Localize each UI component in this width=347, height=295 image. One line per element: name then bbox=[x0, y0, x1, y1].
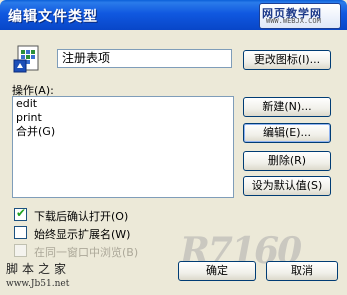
change-icon-button[interactable]: 更改图标(I)... bbox=[243, 50, 331, 70]
new-action-button[interactable]: 新建(N)... bbox=[243, 97, 331, 117]
file-type-name-field[interactable]: 注册表项 bbox=[57, 49, 232, 68]
registry-file-icon bbox=[13, 45, 39, 73]
site-name-watermark: 脚本之家 bbox=[6, 262, 71, 276]
check-mark-icon: ✔ bbox=[16, 206, 27, 220]
checkbox-box[interactable]: ✔ bbox=[14, 206, 27, 221]
list-item-merge[interactable]: 合并(G) bbox=[13, 125, 233, 139]
always-show-extension-label: 始终显示扩展名(W) bbox=[34, 228, 131, 241]
list-item-edit[interactable]: edit bbox=[13, 97, 233, 111]
browse-same-window-label: 在同一窗口中浏览(B) bbox=[34, 246, 139, 259]
set-default-button[interactable]: 设为默认值(S) bbox=[243, 176, 331, 196]
list-item-print[interactable]: print bbox=[13, 111, 233, 125]
cancel-button[interactable]: 取消 bbox=[266, 261, 338, 281]
ok-button[interactable]: 确定 bbox=[178, 261, 256, 281]
delete-action-button[interactable]: 删除(R) bbox=[243, 151, 331, 171]
edit-file-type-dialog: 编辑文件类型 网页教学网 WWW.WEBJX.COM 注册表项 更改图标(I).… bbox=[0, 0, 347, 295]
site-url-watermark: www.Jb51.net bbox=[6, 279, 70, 289]
watermark-badge: 网页教学网 WWW.WEBJX.COM bbox=[259, 3, 341, 29]
title-bar[interactable]: 编辑文件类型 网页教学网 WWW.WEBJX.COM bbox=[0, 0, 347, 30]
watermark-url: WWW.WEBJX.COM bbox=[266, 17, 321, 25]
edit-action-button[interactable]: 编辑(E)... bbox=[243, 123, 331, 143]
confirm-open-label: 下载后确认打开(O) bbox=[34, 210, 129, 223]
window-title: 编辑文件类型 bbox=[8, 9, 98, 25]
checkbox-box bbox=[14, 244, 27, 257]
actions-list[interactable]: edit print 合并(G) bbox=[12, 96, 234, 198]
checkbox-box[interactable] bbox=[14, 226, 27, 239]
